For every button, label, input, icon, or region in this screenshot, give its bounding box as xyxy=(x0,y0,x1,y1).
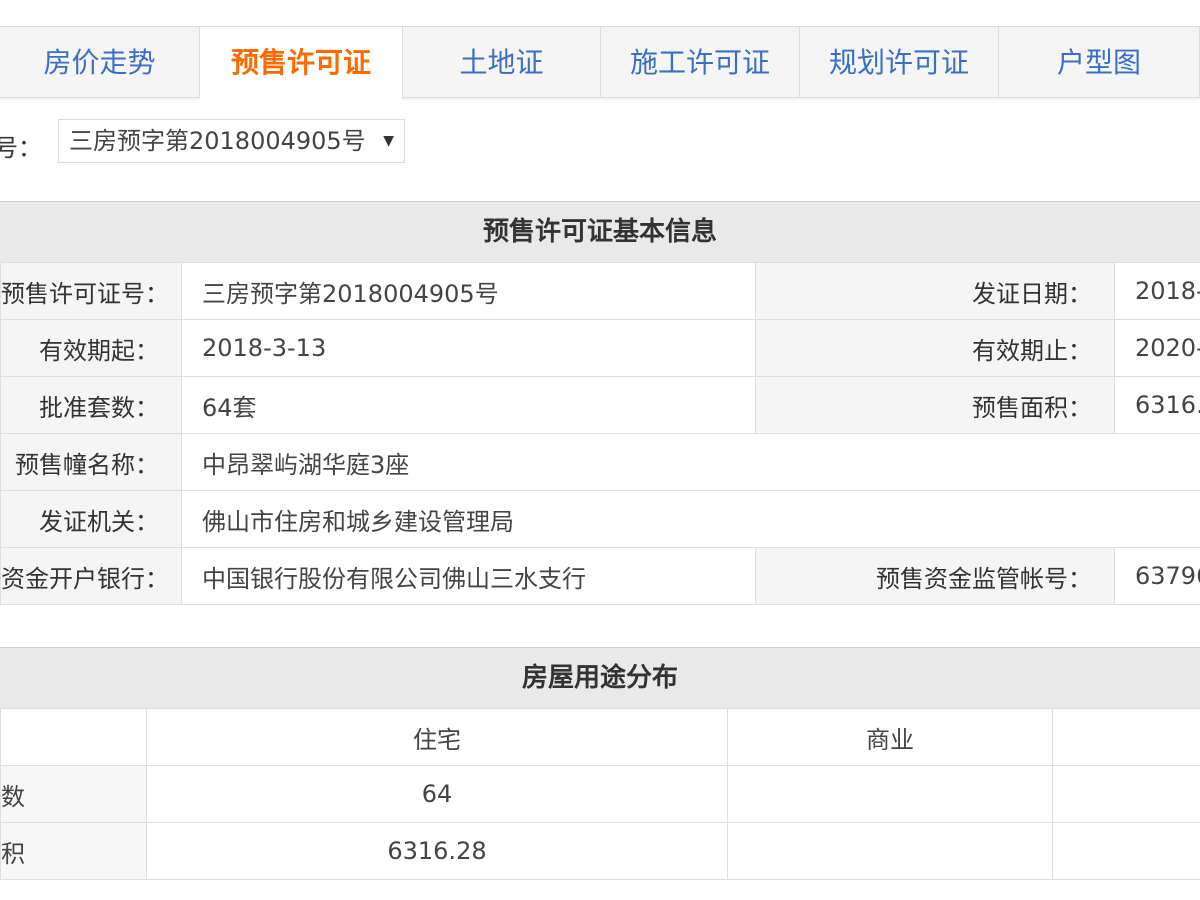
permit-select-value: 三房预字第2018004905号 xyxy=(69,127,366,155)
approved-units-label: 批准套数： xyxy=(0,376,182,434)
cell-other-area xyxy=(1052,822,1200,880)
cell-other-units xyxy=(1052,765,1200,823)
table-row: 预售幢名称： 中昂翠屿湖华庭3座 xyxy=(0,433,1200,491)
column-header-other: 其 xyxy=(1052,708,1200,766)
dropdown-arrow-icon[interactable]: ▼ xyxy=(383,120,394,162)
issue-date-label: 发证日期： xyxy=(755,262,1115,320)
tab-presale-permit[interactable]: 预售许可证 xyxy=(200,26,403,100)
tab-price-trend[interactable]: 房价走势 xyxy=(0,26,200,98)
row-label-units: 数 xyxy=(0,765,147,823)
basic-info-title: 预售许可证基本信息 xyxy=(0,201,1200,263)
column-header-blank xyxy=(0,708,147,766)
issue-date-value: 2018- xyxy=(1114,262,1200,320)
valid-from-label: 有效期起： xyxy=(0,319,182,377)
usage-distribution-title: 房屋用途分布 xyxy=(0,647,1200,709)
cell-commercial-area xyxy=(727,822,1053,880)
cell-residential-units: 64 xyxy=(146,765,728,823)
valid-until-value: 2020- xyxy=(1114,319,1200,377)
escrow-account-label: 预售资金监管帐号： xyxy=(755,547,1115,605)
column-header-residential: 住宅 xyxy=(146,708,728,766)
column-header-commercial: 商业 xyxy=(727,708,1053,766)
approved-units-value: 64套 xyxy=(181,376,756,434)
table-header-row: 住宅 商业 其 xyxy=(0,708,1200,766)
valid-from-value: 2018-3-13 xyxy=(181,319,756,377)
permit-select-label: 号： xyxy=(0,134,42,162)
valid-until-label: 有效期止： xyxy=(755,319,1115,377)
table-row: 批准套数： 64套 预售面积： 6316.2 xyxy=(0,376,1200,434)
cell-commercial-units xyxy=(727,765,1053,823)
bank-label: 资金开户银行： xyxy=(0,547,182,605)
tab-construction-permit[interactable]: 施工许可证 xyxy=(601,26,800,98)
cell-residential-area: 6316.28 xyxy=(146,822,728,880)
permit-number-value: 三房预字第2018004905号 xyxy=(181,262,756,320)
permit-number-label: 预售许可证号： xyxy=(0,262,182,320)
tab-planning-permit[interactable]: 规划许可证 xyxy=(800,26,999,98)
bank-value: 中国银行股份有限公司佛山三水支行 xyxy=(181,547,756,605)
row-label-area: 积 xyxy=(0,822,147,880)
table-row: 积 6316.28 xyxy=(0,822,1200,880)
table-row: 预售许可证号： 三房预字第2018004905号 发证日期： 2018- xyxy=(0,262,1200,320)
building-name-label: 预售幢名称： xyxy=(0,433,182,491)
usage-distribution-table: 住宅 商业 其 数 64 积 6316.28 xyxy=(0,708,1200,880)
tab-floor-plan[interactable]: 户型图 xyxy=(999,26,1200,98)
table-row: 有效期起： 2018-3-13 有效期止： 2020- xyxy=(0,319,1200,377)
table-row: 发证机关： 佛山市住房和城乡建设管理局 xyxy=(0,490,1200,548)
basic-info-table: 预售许可证号： 三房预字第2018004905号 发证日期： 2018- 有效期… xyxy=(0,262,1200,605)
issuing-authority-label: 发证机关： xyxy=(0,490,182,548)
escrow-account-value: 63796 xyxy=(1114,547,1200,605)
table-row: 数 64 xyxy=(0,765,1200,823)
presale-area-value: 6316.2 xyxy=(1114,376,1200,434)
building-name-value: 中昂翠屿湖华庭3座 xyxy=(181,433,1200,491)
permit-number-select[interactable]: 三房预字第2018004905号 ▼ xyxy=(58,119,405,163)
issuing-authority-value: 佛山市住房和城乡建设管理局 xyxy=(181,490,1200,548)
tab-bar: 房价走势 预售许可证 土地证 施工许可证 规划许可证 户型图 xyxy=(0,26,1200,100)
presale-area-label: 预售面积： xyxy=(755,376,1115,434)
tab-land-certificate[interactable]: 土地证 xyxy=(403,26,601,98)
table-row: 资金开户银行： 中国银行股份有限公司佛山三水支行 预售资金监管帐号： 63796 xyxy=(0,547,1200,605)
